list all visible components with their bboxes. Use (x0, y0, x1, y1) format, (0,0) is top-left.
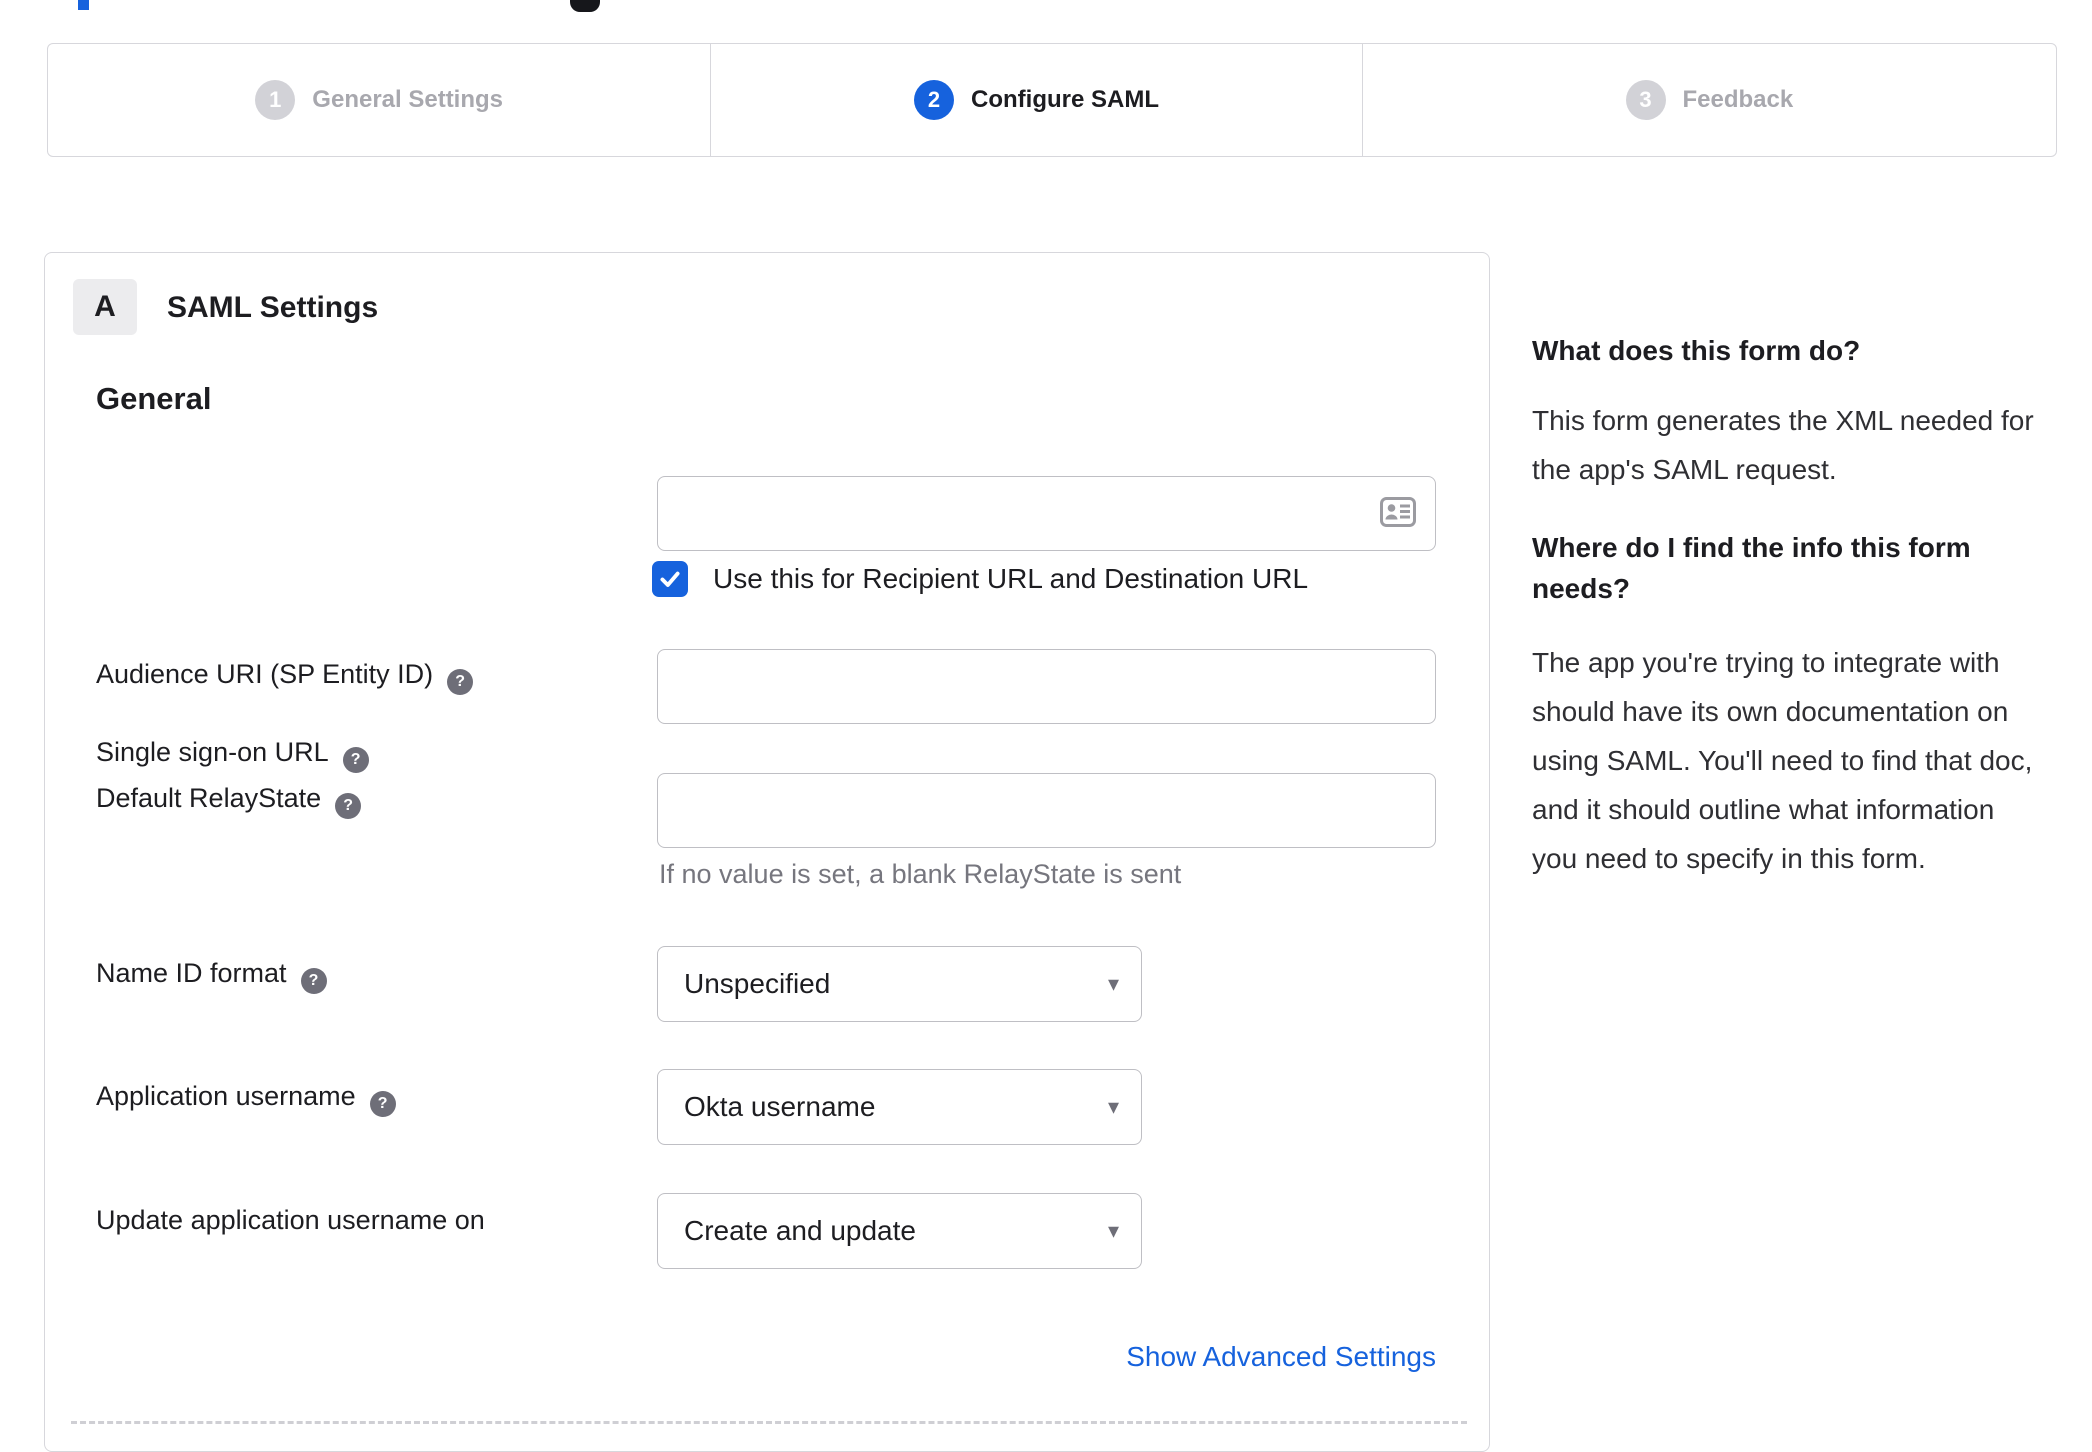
step-1-label: General Settings (312, 86, 504, 113)
audience-uri-input[interactable] (657, 649, 1436, 724)
cropped-header-icon (570, 0, 600, 12)
chevron-down-icon: ▾ (1107, 1094, 1119, 1119)
show-advanced-settings-link[interactable]: Show Advanced Settings (1126, 1341, 1436, 1373)
app-username-select[interactable]: Okta username ▾ (657, 1069, 1142, 1145)
sidebar-body-what: This form generates the XML needed for t… (1532, 405, 2034, 485)
name-id-format-label: Name ID format? (96, 958, 327, 994)
relay-state-label: Default RelayState? (96, 783, 362, 819)
recipient-url-checkbox-row: Use this for Recipient URL and Destinati… (652, 561, 1308, 597)
chevron-down-icon: ▾ (1107, 971, 1119, 996)
sidebar-heading-where: Where do I find the info this form needs… (1532, 532, 1971, 604)
saml-settings-card: A SAML Settings General Single sign-on U… (44, 252, 1490, 1452)
help-icon[interactable]: ? (369, 1091, 396, 1117)
step-2-badge: 2 (914, 80, 955, 120)
general-group-title: General (96, 381, 212, 416)
app-username-label: Application username? (96, 1081, 396, 1117)
step-configure-saml[interactable]: 2 Configure SAML (710, 44, 1361, 156)
section-dashed-divider (71, 1421, 1467, 1424)
help-icon[interactable]: ? (335, 793, 362, 819)
help-icon[interactable]: ? (342, 747, 369, 773)
update-username-label: Update application username on (96, 1205, 485, 1235)
update-username-select[interactable]: Create and update ▾ (657, 1193, 1142, 1269)
wizard-stepper: 1 General Settings 2 Configure SAML 3 Fe… (47, 43, 2057, 157)
step-3-label: Feedback (1682, 86, 1794, 113)
name-id-format-value: Unspecified (684, 968, 831, 999)
step-feedback[interactable]: 3 Feedback (1361, 44, 2056, 156)
sidebar-body-where: The app you're trying to integrate with … (1532, 647, 2033, 874)
step-1-badge: 1 (255, 80, 296, 120)
audience-uri-label: Audience URI (SP Entity ID)? (96, 659, 474, 695)
contact-card-icon (1380, 497, 1416, 527)
sidebar-heading-what: What does this form do? (1532, 335, 1861, 366)
step-3-badge: 3 (1625, 80, 1666, 120)
section-title: SAML Settings (167, 291, 379, 324)
name-id-format-select[interactable]: Unspecified ▾ (657, 946, 1142, 1022)
step-general-settings[interactable]: 1 General Settings (48, 44, 710, 156)
relay-state-hint: If no value is set, a blank RelayState i… (659, 859, 1182, 889)
section-a-badge: A (73, 279, 137, 335)
app-username-value: Okta username (684, 1091, 876, 1122)
recipient-url-checkbox-label: Use this for Recipient URL and Destinati… (713, 563, 1309, 594)
step-2-label: Configure SAML (971, 86, 1160, 113)
cropped-header-accent (78, 0, 89, 10)
relay-state-input[interactable] (657, 773, 1436, 848)
help-icon[interactable]: ? (300, 968, 327, 994)
sso-url-input[interactable] (657, 476, 1436, 551)
help-icon[interactable]: ? (447, 669, 474, 695)
recipient-url-checkbox[interactable] (652, 561, 688, 597)
chevron-down-icon: ▾ (1107, 1218, 1119, 1243)
sso-url-label: Single sign-on URL? (96, 737, 369, 773)
update-username-value: Create and update (684, 1215, 916, 1246)
checkmark-icon (660, 571, 680, 587)
